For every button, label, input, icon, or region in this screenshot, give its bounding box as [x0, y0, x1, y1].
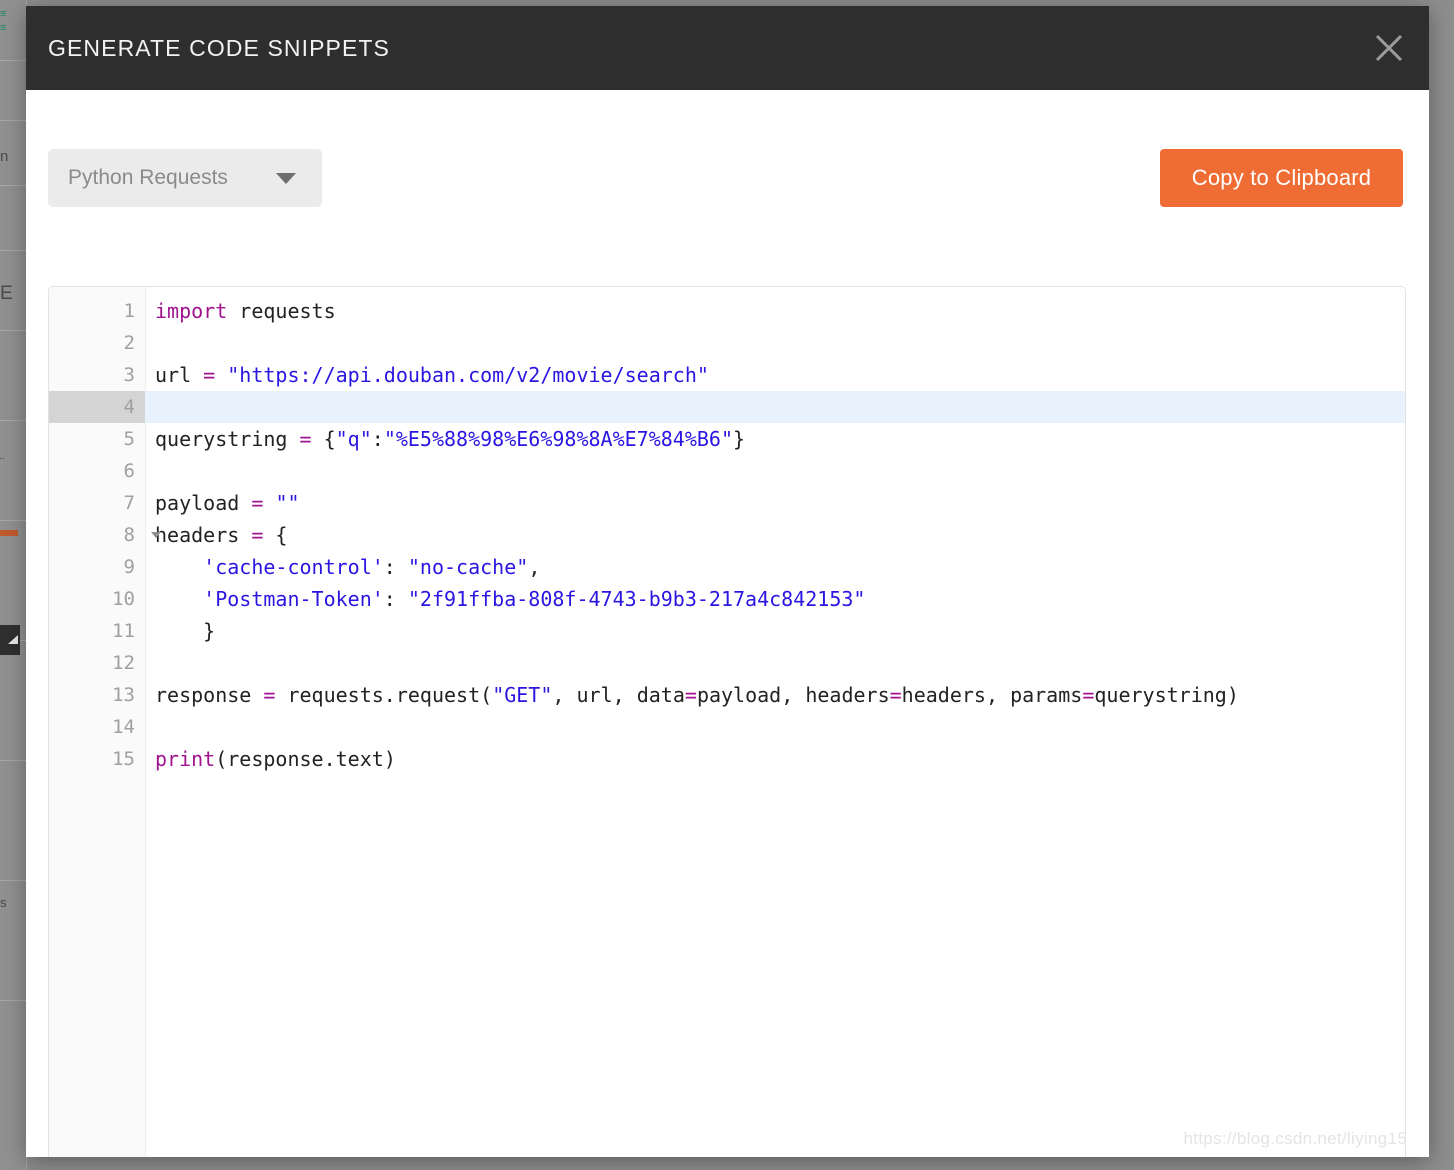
line-number: 7	[123, 492, 135, 514]
language-select-label: Python Requests	[68, 166, 228, 189]
code-line-text: querystring = {"q":"%E5%88%98%E6%98%8A%E…	[155, 427, 746, 451]
modal-title: GENERATE CODE SNIPPETS	[48, 35, 390, 61]
snippet-toolbar: Python Requests Copy to Clipboard	[26, 149, 1429, 207]
code-snippet-panel[interactable]: 1 import requests 2 3 url = "https://api.do…	[48, 286, 1406, 1157]
line-number: 1	[123, 300, 135, 322]
generate-code-snippets-modal: GENERATE CODE SNIPPETS Python Requests C…	[26, 6, 1429, 1157]
code-line[interactable]: 11 }	[49, 615, 1405, 647]
code-line-text	[145, 327, 1405, 359]
code-line-text	[145, 711, 1405, 743]
code-line[interactable]: 6	[49, 455, 1405, 487]
line-number: 13	[112, 684, 135, 706]
code-line-text: }	[155, 619, 216, 643]
code-line[interactable]: 2	[49, 327, 1405, 359]
line-number: 12	[112, 652, 135, 674]
code-line[interactable]: 12	[49, 647, 1405, 679]
code-line[interactable]: 7 payload = ""	[49, 487, 1405, 519]
line-number: 2	[123, 332, 135, 354]
line-number: 4	[49, 391, 145, 423]
chevron-down-icon	[276, 173, 296, 188]
line-number: 9	[123, 556, 135, 578]
line-number: 10	[112, 588, 135, 610]
chevron-down-icon[interactable]	[151, 532, 161, 538]
code-line-text: 'Postman-Token': "2f91ffba-808f-4743-b9b…	[203, 587, 866, 611]
code-line[interactable]: 3 url = "https://api.douban.com/v2/movie/…	[49, 359, 1405, 391]
code-line-text: response = requests.request("GET", url, …	[155, 683, 1239, 707]
code-line[interactable]: 4	[49, 391, 1405, 423]
line-number: 6	[123, 460, 135, 482]
line-number: 8	[49, 519, 161, 551]
line-number: 15	[112, 748, 135, 770]
copy-to-clipboard-button[interactable]: Copy to Clipboard	[1160, 149, 1403, 207]
code-line[interactable]: 15 print(response.text)	[49, 743, 1405, 775]
code-line-text	[145, 455, 1405, 487]
code-line[interactable]: 9 'cache-control': "no-cache",	[49, 551, 1405, 583]
code-line-text: 'cache-control': "no-cache",	[203, 555, 541, 579]
line-number: 14	[112, 716, 135, 738]
code-lines: 1 import requests 2 3 url = "https://api.do…	[49, 287, 1405, 775]
line-number: 3	[123, 364, 135, 386]
code-line[interactable]: 5 querystring = {"q":"%E5%88%98%E6%98%8A%…	[49, 423, 1405, 455]
line-number: 11	[112, 620, 135, 642]
code-line-text: url = "https://api.douban.com/v2/movie/s…	[155, 363, 709, 387]
modal-header: GENERATE CODE SNIPPETS	[26, 6, 1429, 90]
code-line[interactable]: 10 'Postman-Token': "2f91ffba-808f-4743-…	[49, 583, 1405, 615]
code-line-text: import requests	[155, 299, 336, 323]
code-line-text	[145, 391, 1405, 423]
close-icon[interactable]	[1365, 24, 1413, 72]
code-line[interactable]: 8 headers = {	[49, 519, 1405, 551]
code-line-text: headers = {	[155, 523, 288, 547]
background-app-sliver: ≡ ≡ n E ¨ s	[0, 0, 27, 1170]
modal-body: Python Requests Copy to Clipboard 1 impor…	[26, 90, 1429, 1157]
code-line-text	[145, 647, 1405, 679]
code-line[interactable]: 1 import requests	[49, 295, 1405, 327]
language-select[interactable]: Python Requests	[48, 149, 322, 207]
code-line[interactable]: 13 response = requests.request("GET", url…	[49, 679, 1405, 711]
line-number: 5	[123, 428, 135, 450]
code-line-text: payload = ""	[155, 491, 300, 515]
code-line-text: print(response.text)	[155, 747, 396, 771]
code-line[interactable]: 14	[49, 711, 1405, 743]
